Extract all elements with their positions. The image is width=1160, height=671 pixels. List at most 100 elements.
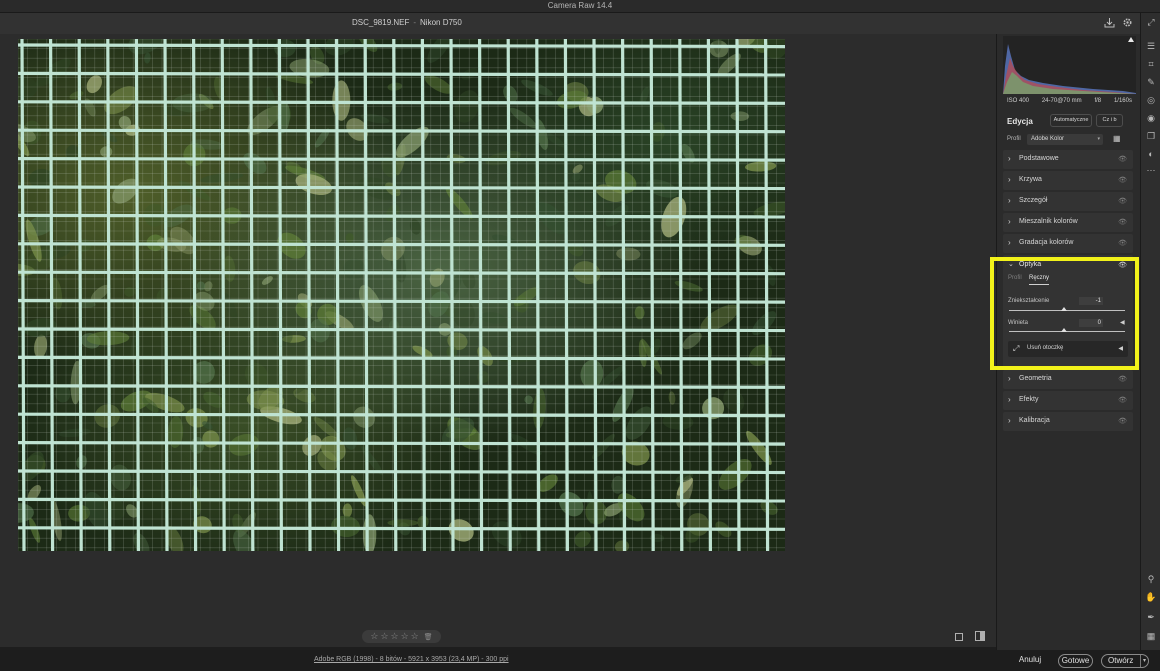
section-podstawowe[interactable]: › Podstawowe 👁 xyxy=(1003,150,1133,169)
mask-icon[interactable]: ◎ xyxy=(1144,93,1158,107)
open-button-label: Otwórz xyxy=(1108,656,1134,665)
wire-mesh-line xyxy=(649,39,655,551)
wire-mesh-line xyxy=(678,39,684,551)
open-button[interactable]: Otwórz ▾ xyxy=(1101,654,1149,668)
wire-mesh-line xyxy=(535,39,541,551)
profile-label: Profil xyxy=(1007,136,1021,142)
fullscreen-icon[interactable]: ⤢ xyxy=(1144,15,1158,29)
presets-icon[interactable]: ❐ xyxy=(1144,129,1158,143)
section-label: Geometria xyxy=(1019,375,1052,382)
chevron-down-icon: ▾ xyxy=(1097,136,1100,142)
profile-select[interactable]: Adobe Kolor ▾ xyxy=(1027,134,1103,145)
section-geometria[interactable]: › Geometria 👁 xyxy=(1003,370,1133,389)
wire-mesh-line xyxy=(192,39,198,551)
wire-mesh-line xyxy=(620,39,627,551)
star-rating[interactable]: ☆ ☆ ☆ ☆ ☆ 🗑 xyxy=(362,630,441,643)
section-gradacja-kolorow[interactable]: › Gradacja kolorów 👁 xyxy=(1003,234,1133,253)
section-mieszalnik-kolorow[interactable]: › Mieszalnik kolorów 👁 xyxy=(1003,213,1133,232)
star-icon[interactable]: ☆ xyxy=(380,632,388,641)
wire-mesh-line xyxy=(18,327,785,333)
section-label: Szczegół xyxy=(1019,197,1048,204)
wire-mesh-line xyxy=(18,469,785,475)
wire-mesh-line xyxy=(18,213,785,219)
grid-toggle-icon[interactable]: ▦ xyxy=(1144,629,1158,643)
auto-button[interactable]: Automatyczne xyxy=(1050,114,1092,127)
wire-mesh-line xyxy=(18,299,785,304)
aperture-value: f/8 xyxy=(1094,98,1102,104)
snapshots-icon[interactable]: ◐ xyxy=(1144,147,1158,161)
sampler-icon[interactable]: ✒ xyxy=(1144,610,1158,624)
camera-info: ISO 400 24-70@70 mm f/8 1/160s xyxy=(1003,94,1136,108)
more-icon[interactable]: ⋯ xyxy=(1144,163,1158,177)
wire-mesh-line xyxy=(392,39,398,551)
section-label: Krzywa xyxy=(1019,176,1042,183)
title-bar: Camera Raw 14.4 xyxy=(0,0,1160,13)
leaf-shape xyxy=(387,519,419,527)
section-szczegol[interactable]: › Szczegół 👁 xyxy=(1003,192,1133,211)
trash-icon[interactable]: 🗑 xyxy=(424,633,433,641)
camera-model: Nikon D750 xyxy=(420,18,462,27)
before-after-icon[interactable] xyxy=(975,631,985,641)
healing-icon[interactable]: ✎ xyxy=(1144,75,1158,89)
edit-sliders-icon[interactable]: ☰ xyxy=(1144,39,1158,53)
wire-mesh-line xyxy=(18,157,785,162)
eye-icon[interactable]: 👁 xyxy=(1118,155,1127,163)
section-efekty[interactable]: › Efekty 👁 xyxy=(1003,391,1133,410)
zoom-icon[interactable]: ⚲ xyxy=(1144,572,1158,586)
single-view-icon[interactable] xyxy=(955,633,963,641)
red-eye-icon[interactable]: ◉ xyxy=(1144,111,1158,125)
file-name: DSC_9819.NEF xyxy=(352,18,410,27)
section-kalibracja[interactable]: › Kalibracja 👁 xyxy=(1003,412,1133,431)
eye-icon[interactable]: 👁 xyxy=(1118,396,1127,404)
section-label: Kalibracja xyxy=(1019,417,1050,424)
highlight-frame xyxy=(990,257,1139,370)
crop-icon[interactable]: ⌗ xyxy=(1144,57,1158,71)
section-krzywa[interactable]: › Krzywa 👁 xyxy=(1003,171,1133,190)
section-label: Mieszalnik kolorów xyxy=(1019,218,1078,225)
profile-browser-icon[interactable]: ▦ xyxy=(1113,134,1123,144)
histogram xyxy=(1003,36,1136,94)
settings-icon[interactable] xyxy=(1121,17,1134,30)
eye-icon[interactable]: 👁 xyxy=(1118,417,1127,425)
filmstrip-rating-bar: ☆ ☆ ☆ ☆ ☆ 🗑 xyxy=(0,625,996,647)
wire-mesh-line xyxy=(220,39,226,551)
wire-mesh-line xyxy=(478,39,484,551)
cancel-button[interactable]: Anuluj xyxy=(1013,654,1047,668)
hand-icon[interactable]: ✋ xyxy=(1144,590,1158,604)
star-icon[interactable]: ☆ xyxy=(391,632,399,641)
eye-icon[interactable]: 👁 xyxy=(1118,239,1127,247)
chevron-down-icon[interactable]: ▾ xyxy=(1139,655,1146,667)
eye-icon[interactable]: 👁 xyxy=(1118,197,1127,205)
file-separator: - xyxy=(413,18,417,27)
wire-mesh-line xyxy=(563,39,570,551)
wire-mesh-line xyxy=(18,384,785,389)
eye-icon[interactable]: 👁 xyxy=(1118,375,1127,383)
black-white-button[interactable]: Cz i b xyxy=(1096,114,1123,127)
wire-mesh-line xyxy=(706,39,713,551)
profile-row: Profil Adobe Kolor ▾ ▦ xyxy=(997,132,1141,148)
photo-preview[interactable] xyxy=(18,39,785,551)
tool-strip: ⤢ ☰ ⌗ ✎ ◎ ◉ ❐ ◐ ⋯ ⚲ ✋ ✒ ▦ xyxy=(1140,13,1160,650)
iso-value: ISO 400 xyxy=(1007,98,1030,104)
chevron-right-icon: › xyxy=(1008,395,1011,404)
profile-value: Adobe Kolor xyxy=(1031,136,1065,142)
done-button[interactable]: Gotowe xyxy=(1058,654,1093,668)
wire-mesh-line xyxy=(18,71,785,77)
file-name-display: DSC_9819.NEF - Nikon D750 xyxy=(352,18,462,27)
edit-header: Edycja Automatyczne Cz i b xyxy=(997,111,1141,131)
image-canvas[interactable] xyxy=(0,34,996,625)
shutter-value: 1/160s xyxy=(1113,98,1132,104)
wire-mesh-line xyxy=(592,39,598,551)
wire-mesh-line xyxy=(249,39,255,551)
wire-mesh-line xyxy=(763,39,770,551)
eye-icon[interactable]: 👁 xyxy=(1118,218,1127,226)
wire-mesh-line xyxy=(18,185,785,191)
highlight-clipping-warning[interactable] xyxy=(1128,37,1134,42)
star-icon[interactable]: ☆ xyxy=(411,632,419,641)
eye-icon[interactable]: 👁 xyxy=(1118,176,1127,184)
workflow-options-link[interactable]: Adobe RGB (1998) - 8 bitów - 5921 x 3953… xyxy=(314,656,509,663)
wire-mesh-line xyxy=(20,39,26,551)
star-icon[interactable]: ☆ xyxy=(401,632,409,641)
save-icon[interactable] xyxy=(1103,17,1116,30)
star-icon[interactable]: ☆ xyxy=(370,632,378,641)
